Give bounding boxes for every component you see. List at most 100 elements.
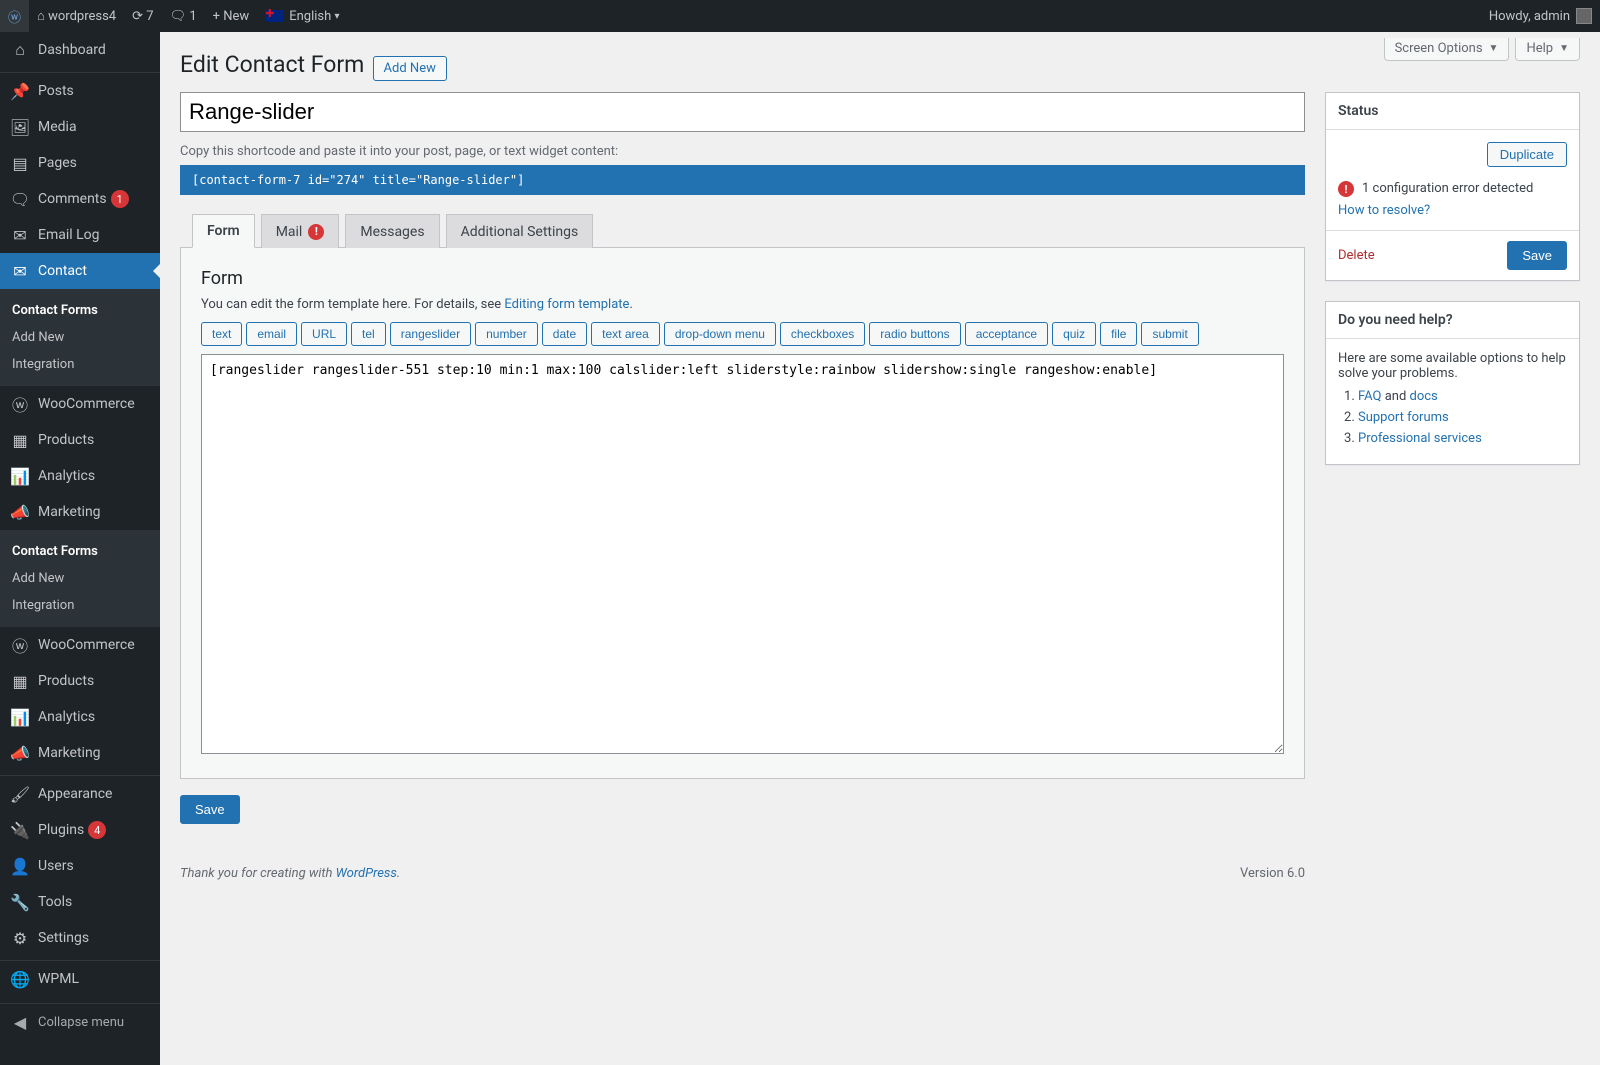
menu-comments[interactable]: 🗨Comments1 — [0, 181, 160, 217]
resolve-link[interactable]: How to resolve? — [1338, 203, 1430, 218]
menu-label: Dashboard — [38, 42, 106, 58]
menu-wpml[interactable]: 🌐WPML — [0, 961, 160, 997]
page-icon: ▤ — [10, 153, 30, 173]
comment-icon: 🗨 — [170, 9, 187, 24]
docs-link[interactable]: docs — [1410, 389, 1438, 404]
screen-options-toggle[interactable]: Screen Options▼ — [1384, 38, 1510, 61]
menu-settings[interactable]: ⚙Settings — [0, 920, 160, 956]
faq-link[interactable]: FAQ — [1358, 389, 1381, 404]
tag-acceptance[interactable]: acceptance — [965, 322, 1048, 346]
help-toggle[interactable]: Help▼ — [1515, 38, 1580, 61]
tag-URL[interactable]: URL — [301, 322, 347, 346]
menu-email-log[interactable]: ✉Email Log — [0, 217, 160, 253]
help-list: FAQ and docs Support forums Professional… — [1338, 389, 1567, 446]
save-button-side[interactable]: Save — [1507, 241, 1567, 270]
submenu-add-new-2[interactable]: Add New — [0, 565, 160, 592]
submenu-duplicate: Contact Forms Add New Integration — [0, 530, 160, 627]
menu-label: Analytics — [38, 709, 95, 725]
duplicate-button[interactable]: Duplicate — [1487, 142, 1567, 167]
tab-form[interactable]: Form — [192, 214, 255, 248]
editing-template-link[interactable]: Editing form template — [504, 297, 629, 312]
submenu-add-new[interactable]: Add New — [0, 324, 160, 351]
menu-label: WooCommerce — [38, 637, 135, 653]
services-link[interactable]: Professional services — [1358, 431, 1482, 446]
submenu-contact-forms-2[interactable]: Contact Forms — [0, 538, 160, 565]
save-button-bottom[interactable]: Save — [180, 795, 240, 824]
menu-products-2[interactable]: ▦Products — [0, 663, 160, 699]
desc-pre: You can edit the form template here. For… — [201, 297, 504, 312]
menu-products[interactable]: ▦ Products — [0, 422, 160, 458]
admin-sidebar: ⌂ Dashboard 📌Posts 🖼Media ▤Pages 🗨Comment… — [0, 32, 160, 1065]
menu-tools[interactable]: 🔧Tools — [0, 884, 160, 920]
tag-rangeslider[interactable]: rangeslider — [390, 322, 471, 346]
support-link[interactable]: Support forums — [1358, 410, 1449, 425]
submenu-integration[interactable]: Integration — [0, 351, 160, 378]
tag-tel[interactable]: tel — [351, 322, 386, 346]
menu-media[interactable]: 🖼Media — [0, 109, 160, 145]
tag-radio-buttons[interactable]: radio buttons — [869, 322, 960, 346]
new-content-link[interactable]: + New — [205, 0, 258, 32]
comments-link[interactable]: 🗨 1 — [162, 0, 205, 32]
tab-label: Mail — [276, 224, 303, 240]
delete-link[interactable]: Delete — [1338, 248, 1375, 263]
site-name-link[interactable]: ⌂ wordpress4 — [29, 0, 124, 32]
menu-label: Email Log — [38, 227, 100, 243]
plus-icon: + — [213, 9, 220, 24]
menu-dashboard[interactable]: ⌂ Dashboard — [0, 32, 160, 68]
menu-woocommerce[interactable]: ⓦ WooCommerce — [0, 386, 160, 422]
menu-analytics-2[interactable]: 📊Analytics — [0, 699, 160, 735]
tag-quiz[interactable]: quiz — [1052, 322, 1096, 346]
woocommerce-icon: ⓦ — [10, 394, 30, 414]
menu-marketing[interactable]: 📣Marketing — [0, 494, 160, 530]
account-link[interactable]: Howdy, admin — [1481, 0, 1600, 32]
submenu-contact-forms[interactable]: Contact Forms — [0, 297, 160, 324]
wp-logo[interactable]: ⓦ — [0, 0, 29, 32]
dashboard-icon: ⌂ — [10, 40, 30, 60]
tag-text[interactable]: text — [201, 322, 242, 346]
menu-contact[interactable]: ✉Contact — [0, 253, 160, 289]
menu-posts[interactable]: 📌Posts — [0, 73, 160, 109]
menu-label: Products — [38, 432, 94, 448]
new-label: New — [223, 9, 249, 24]
tab-additional[interactable]: Additional Settings — [446, 214, 594, 248]
tag-file[interactable]: file — [1100, 322, 1137, 346]
menu-label: WooCommerce — [38, 396, 135, 412]
tab-messages[interactable]: Messages — [345, 214, 439, 248]
menu-appearance[interactable]: 🖌Appearance — [0, 776, 160, 812]
menu-analytics[interactable]: 📊Analytics — [0, 458, 160, 494]
avatar-icon — [1576, 8, 1592, 24]
form-template-textarea[interactable] — [201, 354, 1284, 754]
menu-marketing-2[interactable]: 📣Marketing — [0, 735, 160, 771]
shortcode-field[interactable] — [180, 165, 1305, 195]
admin-toolbar: ⓦ ⌂ wordpress4 ⟳ 7 🗨 1 + New English ▾ H… — [0, 0, 1600, 32]
menu-label: Contact — [38, 263, 87, 279]
menu-users[interactable]: 👤Users — [0, 848, 160, 884]
collapse-label: Collapse menu — [38, 1015, 124, 1030]
comment-icon: 🗨 — [10, 189, 30, 209]
version-text: Version 6.0 — [1240, 866, 1305, 881]
add-new-button[interactable]: Add New — [373, 56, 447, 81]
warning-icon: ! — [308, 224, 324, 240]
collapse-menu[interactable]: ◀Collapse menu — [0, 1003, 160, 1040]
tag-text-area[interactable]: text area — [591, 322, 660, 346]
tag-checkboxes[interactable]: checkboxes — [780, 322, 865, 346]
products-icon: ▦ — [10, 430, 30, 450]
submenu-integration-2[interactable]: Integration — [0, 592, 160, 619]
language-switcher[interactable]: English ▾ — [257, 0, 347, 32]
menu-pages[interactable]: ▤Pages — [0, 145, 160, 181]
tag-date[interactable]: date — [542, 322, 587, 346]
tab-label: Messages — [360, 224, 424, 240]
tab-mail[interactable]: Mail! — [261, 214, 340, 248]
menu-plugins[interactable]: 🔌Plugins4 — [0, 812, 160, 848]
tag-number[interactable]: number — [475, 322, 538, 346]
home-icon: ⌂ — [37, 8, 45, 24]
tag-drop-down-menu[interactable]: drop-down menu — [664, 322, 776, 346]
wordpress-link[interactable]: WordPress — [336, 866, 397, 881]
sliders-icon: ⚙ — [10, 928, 30, 948]
tag-email[interactable]: email — [246, 322, 297, 346]
updates-link[interactable]: ⟳ 7 — [124, 0, 161, 32]
menu-woocommerce-2[interactable]: ⓦWooCommerce — [0, 627, 160, 663]
tag-submit[interactable]: submit — [1141, 322, 1198, 346]
form-title-input[interactable] — [180, 92, 1305, 132]
tag-generator-row: textemailURLtelrangeslidernumberdatetext… — [201, 322, 1284, 346]
